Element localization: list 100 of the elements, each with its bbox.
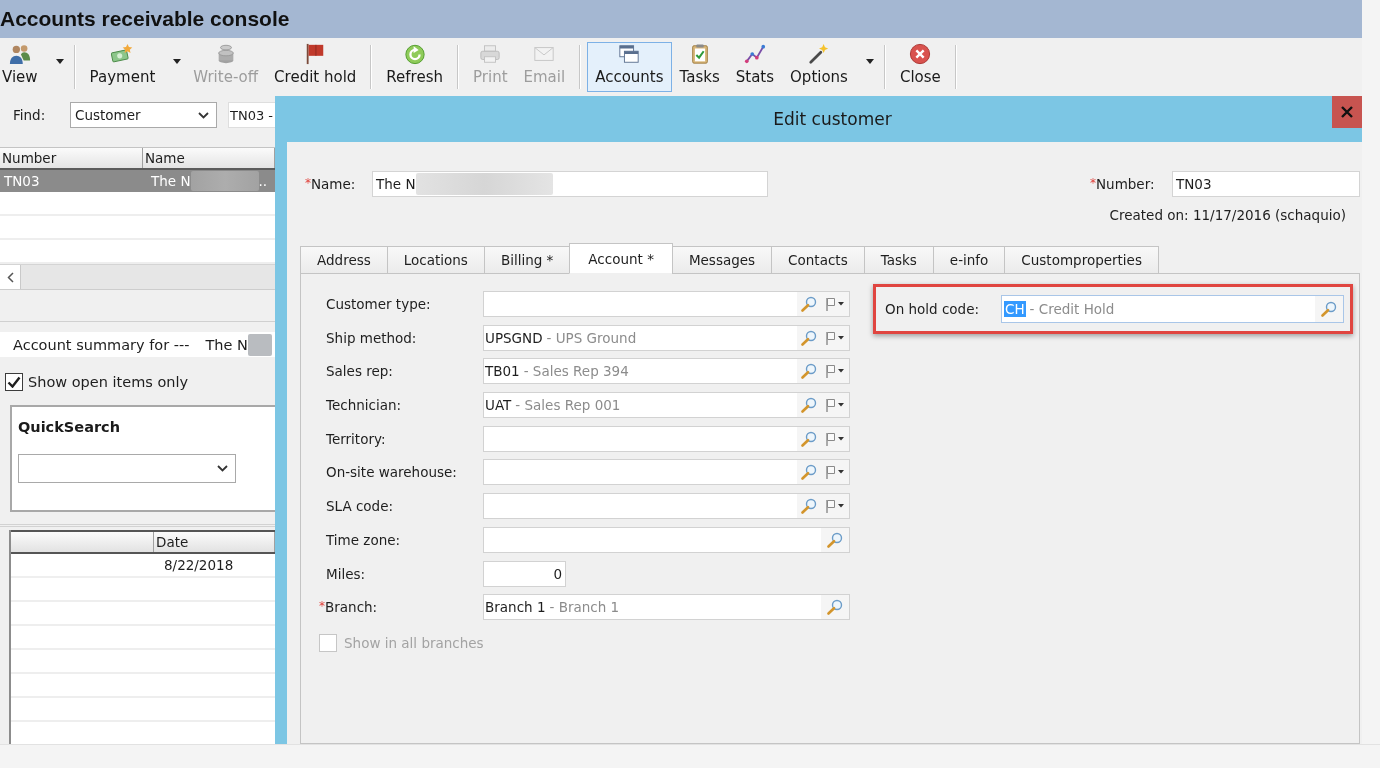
find-dropdown[interactable]: Customer [70,102,217,128]
lookup-field[interactable]: Branch 1 - Branch 1 [483,594,850,621]
group-title: QuickSearch [18,419,121,435]
lookup-button[interactable] [797,460,821,485]
caret-icon [55,58,64,64]
search-icon [1321,301,1337,317]
lookup-field[interactable] [483,425,850,452]
tab[interactable]: Account * [569,243,673,274]
table-cell: The N [151,173,191,189]
field-label: $^{*}$Branch: [319,599,379,616]
number-field[interactable]: 0 [483,560,566,587]
flag-dropdown-icon [825,431,845,446]
field-label: Miles: [326,565,367,582]
printer-icon [479,43,502,65]
search-icon [801,329,817,346]
flag-menu-button[interactable] [821,494,849,519]
lookup-field[interactable] [483,291,850,317]
toolbar-button[interactable]: Close [891,42,949,92]
banknote-icon [111,43,134,65]
lookup-button[interactable] [797,494,821,519]
chevron-down-icon [198,111,209,119]
checkbox-label[interactable]: Show open items only [28,374,189,390]
toolbar-button[interactable]: Options [782,42,856,92]
field-label: SLA code: [326,498,395,515]
check-icon [7,376,21,388]
flag-dropdown-icon [825,398,845,413]
lookup-field[interactable]: TB01 - Sales Rep 394 [483,358,850,385]
lookup-button[interactable] [821,595,849,620]
summary-label: Account summary for --- [13,336,190,353]
tab[interactable]: Tasks [863,246,934,274]
close-button[interactable] [1332,96,1362,128]
flag-menu-button[interactable] [821,426,849,451]
flag-dropdown-icon [825,499,845,514]
flag-menu-button[interactable] [821,359,849,384]
field-label: Ship method: [326,329,418,346]
tab[interactable]: Locations [386,246,485,274]
lookup-button[interactable] [1315,296,1343,322]
checkbox[interactable] [5,373,23,391]
toolbar-button[interactable]: Refresh [378,42,451,92]
lookup-button[interactable] [797,359,821,384]
toolbar-button[interactable]: View [0,42,46,92]
name-field[interactable]: The N [372,171,768,197]
tab[interactable]: Customproperties [1004,246,1159,274]
line-chart-icon [743,43,766,65]
toolbar-button[interactable]: Payment [81,42,164,92]
search-icon [801,363,817,380]
toolbar-button[interactable]: Stats [727,42,783,92]
search-icon [827,531,843,548]
lookup-button[interactable] [821,527,849,552]
search-icon [801,430,817,447]
selected-text: CH [1004,301,1026,317]
column-header[interactable]: Number [0,148,143,168]
customer-name: The N [205,336,248,353]
toolbar-button[interactable]: Credit hold [266,42,365,92]
table-cell-text: 8/22/2018 [163,557,235,573]
close-icon [1341,106,1353,118]
created-on-text: Created on: 11/17/2016 (schaquio) [1109,207,1346,225]
chevron-left-icon [6,271,14,283]
toolbar-button[interactable]: Accounts [587,42,672,92]
field-label: $^{*}$Number: [1090,176,1156,192]
flag-dropdown-icon [825,297,845,311]
search-icon [801,464,817,481]
lookup-button[interactable] [797,393,821,418]
scroll-left-button[interactable] [0,265,21,289]
search-field[interactable]: TN03 - [228,102,275,128]
tab[interactable]: Billing * [483,246,571,274]
stacked-windows-icon [618,43,641,65]
flag-menu-button[interactable] [821,325,849,350]
lookup-field[interactable] [483,493,850,520]
find-label: Find: [13,107,47,123]
quick-search-dropdown[interactable] [18,454,236,483]
tab[interactable]: e-info [932,246,1006,274]
table-cell-text: TN03 [3,173,41,189]
lookup-button[interactable] [797,426,821,451]
search-icon [827,599,843,616]
caret-icon [865,58,874,64]
field-label: On hold code: [885,301,980,317]
search-icon [801,296,817,312]
flag-menu-button[interactable] [821,393,849,418]
field-label: Customer type: [326,296,432,312]
flag-menu-button[interactable] [821,460,849,485]
tab[interactable]: Contacts [771,246,865,274]
tab[interactable]: Address [300,246,388,274]
lookup-button[interactable] [797,325,821,350]
lookup-field[interactable] [483,459,850,486]
caret-icon [173,58,182,64]
lookup-button[interactable] [797,292,821,316]
search-icon [801,498,817,515]
toolbar-button[interactable]: Tasks [671,42,728,92]
people-icon [8,43,31,65]
lookup-field[interactable]: UAT - Sales Rep 001 [483,392,850,419]
search-icon [801,397,817,414]
tab[interactable]: Messages [671,246,773,274]
flag-dropdown-icon [825,364,845,379]
flag-menu-button[interactable] [821,292,849,316]
lookup-field[interactable]: UPSGND - UPS Ground [483,324,850,351]
chevron-down-icon [217,465,228,472]
flag-dropdown-icon [825,465,845,480]
lookup-field[interactable] [483,526,850,553]
number-field[interactable]: TN03 [1172,171,1360,197]
